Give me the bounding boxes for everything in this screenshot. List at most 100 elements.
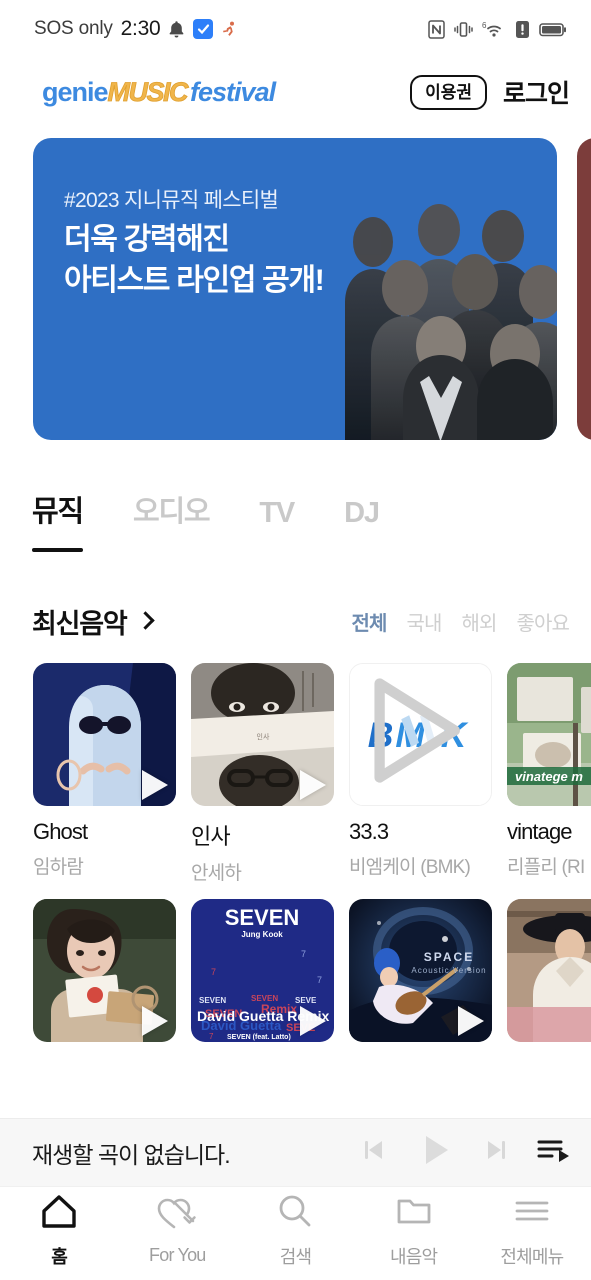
album-card-333[interactable]: B M K 33.3 비엠케이 (BMK)	[349, 663, 492, 885]
status-bar: SOS only 2:30 6	[0, 0, 591, 58]
status-bar-right: 6	[428, 19, 567, 39]
banner-tag: #2023 지니뮤직 페스티벌	[64, 189, 279, 212]
home-icon	[40, 1193, 78, 1234]
filter-domestic[interactable]: 국내	[407, 607, 443, 636]
search-icon	[276, 1193, 314, 1234]
album-grid[interactable]: Ghost 임하람 인사 인사 안세하 B K 33.3 비엠케이 (BMK) …	[0, 641, 591, 1042]
svg-text:Acoustic Version: Acoustic Version	[411, 966, 486, 975]
svg-text:Jung Kook: Jung Kook	[241, 930, 283, 939]
hamburger-icon	[513, 1193, 551, 1234]
ticket-button[interactable]: 이용권	[410, 74, 487, 110]
album-artist: 비엠케이 (BMK)	[349, 857, 471, 878]
running-icon	[221, 21, 238, 38]
player-status-text: 재생할 곡이 없습니다.	[32, 1141, 231, 1168]
album-card-insa[interactable]: 인사 인사 안세하	[191, 663, 334, 885]
nav-item-home[interactable]: 홈	[4, 1193, 114, 1269]
playlist-icon[interactable]	[537, 1135, 571, 1170]
album-art-vintage[interactable]: vinatege m	[507, 663, 591, 806]
album-artist: 안세하	[191, 863, 242, 884]
nav-label-home: 홈	[51, 1246, 68, 1267]
nav-item-for-you[interactable]: For You	[122, 1195, 232, 1266]
album-card-vintage[interactable]: vinatege m vintage 리플리 (RI	[507, 663, 591, 885]
tab-music[interactable]: 뮤직	[32, 488, 84, 552]
tab-tv[interactable]: TV	[259, 497, 295, 540]
svg-text:SEVE: SEVE	[295, 996, 317, 1005]
album-title: vintage	[507, 819, 573, 844]
svg-text:인사: 인사	[257, 732, 270, 741]
status-bar-left: SOS only 2:30	[34, 17, 238, 41]
clock-label: 2:30	[120, 17, 161, 40]
album-title: 인사	[191, 824, 231, 849]
player-controls	[359, 1130, 571, 1175]
carrier-label: SOS only	[34, 18, 113, 39]
header-actions: 이용권 로그인	[410, 74, 570, 110]
nav-item-my-music[interactable]: 내음악	[359, 1193, 469, 1269]
nav-label-search: 검색	[279, 1246, 312, 1267]
genie-music-festival-logo[interactable]: genie MUSIC festival	[42, 76, 276, 108]
bottom-navigation: 홈 For You 검색 내음악 전체메뉴	[0, 1186, 591, 1280]
chevron-right-icon[interactable]	[135, 611, 155, 630]
album-card-letters[interactable]	[33, 899, 176, 1042]
svg-text:SEVEN (feat. Latto): SEVEN (feat. Latto)	[227, 1034, 291, 1041]
play-icon[interactable]	[142, 770, 168, 800]
album-art-letters[interactable]	[33, 899, 176, 1042]
svg-text:7: 7	[211, 967, 216, 977]
album-row-1: Ghost 임하람 인사 인사 안세하 B K 33.3 비엠케이 (BMK) …	[33, 663, 591, 885]
tab-audio[interactable]: 오디오	[133, 488, 211, 540]
app-header: genie MUSIC festival 이용권 로그인	[0, 58, 591, 126]
album-art-ghost[interactable]	[33, 663, 176, 806]
skip-next-icon[interactable]	[481, 1135, 511, 1170]
banner-title: 더욱 강력해진 아티스트 라인업 공개!	[64, 223, 325, 298]
filter-group[interactable]: 전체 국내 해외 좋아요	[352, 607, 570, 636]
skip-previous-icon[interactable]	[359, 1135, 389, 1170]
banner-festival[interactable]: #2023 지니뮤직 페스티벌 더욱 강력해진 아티스트 라인업 공개!	[33, 138, 557, 440]
nav-item-search[interactable]: 검색	[240, 1193, 350, 1269]
album-artist: 리플리 (RI	[507, 857, 585, 878]
album-row-2: SEVEN Jung Kook 7 7 7 SEVEN SEVE SEVEN S…	[33, 899, 591, 1042]
folder-icon	[395, 1193, 433, 1234]
filter-overseas[interactable]: 해외	[462, 607, 498, 636]
login-button[interactable]: 로그인	[503, 74, 570, 110]
play-icon[interactable]	[300, 770, 326, 800]
svg-text:David Guetta: David Guetta	[201, 1018, 282, 1033]
bell-icon	[168, 20, 185, 39]
album-card-seven[interactable]: SEVEN Jung Kook 7 7 7 SEVEN SEVE SEVEN S…	[191, 899, 334, 1042]
album-title: 33.3	[349, 819, 389, 844]
album-art-hanbok[interactable]: 빙아리 My Life With Drama	[507, 899, 591, 1042]
album-artist: 임하람	[33, 857, 84, 878]
category-tabs[interactable]: 뮤직 오디오 TV DJ	[0, 440, 591, 552]
album-art-space[interactable]: SPACE Acoustic Version	[349, 899, 492, 1042]
album-art-seven[interactable]: SEVEN Jung Kook 7 7 7 SEVEN SEVE SEVEN S…	[191, 899, 334, 1042]
app-screen: SOS only 2:30 6 genie MUSIC festival 이용권…	[0, 0, 591, 1280]
nfc-icon	[428, 19, 445, 39]
svg-text:SPACE: SPACE	[424, 950, 474, 964]
nav-label-my-music: 내음악	[390, 1246, 438, 1267]
heart-arrow-icon	[156, 1195, 198, 1236]
tab-dj[interactable]: DJ	[344, 497, 380, 540]
nav-label-for-you: For You	[149, 1245, 206, 1265]
section-title-group[interactable]: 최신음악	[32, 602, 155, 641]
vibrate-icon	[454, 20, 473, 39]
album-card-space[interactable]: SPACE Acoustic Version	[349, 899, 492, 1042]
album-art-insa[interactable]: 인사	[191, 663, 334, 806]
play-icon[interactable]	[349, 663, 483, 801]
album-card-hanbok[interactable]: 빙아리 My Life With Drama	[507, 899, 591, 1042]
play-icon[interactable]	[458, 1006, 484, 1036]
filter-likes[interactable]: 좋아요	[517, 607, 570, 636]
banner-carousel[interactable]: #2023 지니뮤직 페스티벌 더욱 강력해진 아티스트 라인업 공개!	[0, 126, 591, 440]
svg-text:vinatege m: vinatege m	[515, 769, 583, 784]
wifi-6-icon: 6	[482, 20, 506, 39]
play-icon[interactable]	[300, 1006, 326, 1036]
svg-text:SEVEN: SEVEN	[225, 905, 300, 930]
album-art-bmk[interactable]: B M K	[349, 663, 492, 806]
play-icon[interactable]	[142, 1006, 168, 1036]
main-scroll-area[interactable]: #2023 지니뮤직 페스티벌 더욱 강력해진 아티스트 라인업 공개! 뮤직 …	[0, 126, 591, 1118]
nav-label-all-menu: 전체메뉴	[500, 1246, 564, 1267]
banner-next-peek[interactable]	[577, 138, 591, 440]
mini-player: 재생할 곡이 없습니다.	[0, 1118, 591, 1186]
play-icon[interactable]	[415, 1130, 455, 1175]
nav-item-all-menu[interactable]: 전체메뉴	[477, 1193, 587, 1269]
filter-all[interactable]: 전체	[352, 607, 388, 636]
album-card-ghost[interactable]: Ghost 임하람	[33, 663, 176, 885]
battery-icon	[539, 20, 567, 39]
